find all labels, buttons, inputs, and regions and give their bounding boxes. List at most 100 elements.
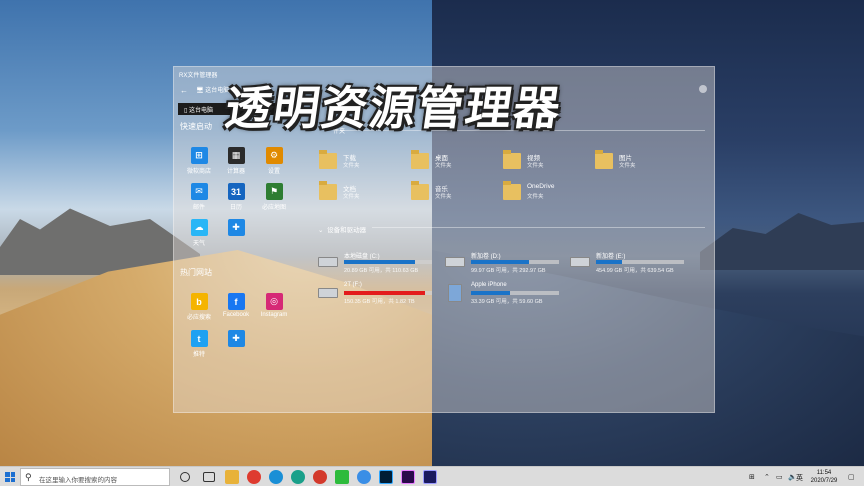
instagram-icon: ◎ [265, 293, 283, 310]
twitter-icon: t [190, 330, 208, 347]
drive-usage-bar [471, 291, 559, 295]
quick-app-label: 日历 [229, 205, 242, 211]
quick-app-store[interactable]: ⊞ 微软商店 [181, 147, 217, 175]
drive-name: 新加卷 (D:) [471, 254, 501, 260]
overlay-title: 透明资源管理器 [221, 81, 566, 135]
input-method-label[interactable]: 英 [796, 473, 803, 483]
hot-sites-heading: 热门网站 [180, 268, 212, 277]
site-bing[interactable]: b 必应搜索 [181, 293, 217, 321]
drive-usage-bar [344, 291, 432, 295]
hard-drive-icon [570, 257, 590, 267]
quick-app-add[interactable]: ✚ [218, 219, 254, 238]
quick-app-gear[interactable]: ⚙ 设置 [256, 147, 292, 175]
taskbar: ⚲ 在这里输入你要搜索的内容 ⊞ ⌃ ▭ 🔈 英 11:54 2020/7/29… [0, 466, 864, 486]
folder-type: 文件夹 [343, 194, 360, 200]
folder-item[interactable]: OneDrive 文件夹 [503, 181, 593, 206]
edge-icon[interactable] [269, 470, 283, 484]
quick-app-label: 邮件 [192, 205, 205, 211]
weather-icon: ☁ [190, 219, 208, 236]
quick-app-label: 设置 [267, 169, 280, 175]
photoshop-icon[interactable] [379, 470, 393, 484]
address-text: 这台电脑 [205, 88, 230, 94]
close-icon[interactable] [699, 85, 707, 93]
site-label: 必应搜索 [186, 315, 211, 321]
quick-app-label: 微软商店 [186, 169, 211, 175]
site-twitter[interactable]: t 推特 [181, 330, 217, 358]
quick-app-weather[interactable]: ☁ 天气 [181, 219, 217, 247]
windows-start-icon[interactable] [5, 472, 15, 482]
window-title: RX文件管理器 [179, 73, 218, 79]
drive-item[interactable]: Apple iPhone 33.39 GB 可用，共 59.60 GB [445, 282, 563, 308]
bing-icon: b [190, 293, 208, 310]
drive-name: 2T (F:) [344, 282, 362, 288]
browser-icon[interactable] [313, 470, 327, 484]
notification-icon[interactable]: ▢ [848, 473, 855, 481]
drive-info: 33.39 GB 可用，共 59.60 GB [471, 299, 543, 305]
drive-info: 99.97 GB 可用，共 292.97 GB [471, 268, 546, 274]
divider [372, 227, 705, 228]
store-icon: ⊞ [190, 147, 208, 164]
folder-icon [595, 150, 613, 169]
drive-item[interactable]: 新加卷 (D:) 99.97 GB 可用，共 292.97 GB [445, 251, 563, 277]
site-instagram[interactable]: ◎ Instagram [256, 293, 292, 318]
drive-usage-bar [596, 260, 684, 264]
back-arrow-icon[interactable]: ← [180, 86, 188, 95]
drive-item[interactable]: 2T (F:) 150.35 GB 可用，共 1.82 TB [318, 282, 436, 308]
cloud-icon[interactable] [357, 470, 371, 484]
wechat-icon[interactable] [335, 470, 349, 484]
drive-usage-fill [596, 260, 622, 264]
quick-app-label: 天气 [192, 241, 205, 247]
site-add[interactable]: ✚ [218, 330, 254, 349]
drive-info: 454.99 GB 可用，共 639.54 GB [596, 268, 674, 274]
mail-icon: ✉ [190, 183, 208, 200]
drive-name: Apple iPhone [471, 282, 507, 288]
folder-item[interactable]: 文档 文件夹 [319, 181, 409, 206]
taskbar-search-box[interactable]: ⚲ 在这里输入你要搜索的内容 [20, 468, 170, 486]
folder-item[interactable]: 桌面 文件夹 [411, 150, 501, 175]
quick-app-label: 计算器 [226, 169, 245, 175]
network-icon[interactable]: ▭ [776, 473, 783, 481]
cortana-icon[interactable] [180, 472, 190, 482]
drive-usage-fill [344, 291, 425, 295]
after-effects-icon[interactable] [423, 470, 437, 484]
devices-group-header[interactable]: ⌄ 设备和驱动器 [318, 224, 366, 234]
drive-usage-fill [471, 291, 510, 295]
site-label: 推特 [192, 352, 205, 358]
drive-item[interactable]: 新加卷 (E:) 454.99 GB 可用，共 639.54 GB [570, 251, 688, 277]
folder-icon [503, 181, 521, 200]
hard-drive-icon [445, 257, 465, 267]
drive-usage-bar [471, 260, 559, 264]
folder-type: 文件夹 [527, 163, 544, 169]
file-explorer-icon[interactable] [225, 470, 239, 484]
edge-dev-icon[interactable] [291, 470, 305, 484]
task-view-icon[interactable] [203, 472, 215, 482]
ime-icon[interactable]: ⊞ [749, 473, 755, 481]
site-facebook[interactable]: f Facebook [218, 293, 254, 318]
folder-item[interactable]: 音乐 文件夹 [411, 181, 501, 206]
folder-icon [411, 150, 429, 169]
calculator-icon: ▦ [227, 147, 245, 164]
quick-app-map[interactable]: ⚑ 必应地图 [256, 183, 292, 211]
folder-item[interactable]: 视频 文件夹 [503, 150, 593, 175]
folder-item[interactable]: 下载 文件夹 [319, 150, 409, 175]
address-bar[interactable]: 🖥 这台电脑 [196, 85, 229, 94]
drive-usage-fill [344, 260, 416, 264]
chevron-up-icon[interactable]: ⌃ [764, 473, 770, 481]
calendar-icon: 31 [227, 183, 245, 200]
chrome-icon[interactable] [247, 470, 261, 484]
drive-name: 本地磁盘 (C:) [344, 254, 380, 260]
folder-item[interactable]: 图片 文件夹 [595, 150, 685, 175]
quick-app-calculator[interactable]: ▦ 计算器 [218, 147, 254, 175]
quick-app-mail[interactable]: ✉ 邮件 [181, 183, 217, 211]
drive-item[interactable]: 本地磁盘 (C:) 20.89 GB 可用，共 110.63 GB [318, 251, 436, 277]
clock[interactable]: 11:54 2020/7/29 [806, 469, 842, 485]
folder-type: 文件夹 [619, 163, 636, 169]
premiere-icon[interactable] [401, 470, 415, 484]
folder-icon [319, 181, 337, 200]
facebook-icon: f [227, 293, 245, 310]
search-placeholder: 在这里输入你要搜索的内容 [39, 477, 117, 484]
clock-time: 11:54 [816, 470, 832, 476]
site-label: Instagram [260, 312, 288, 318]
folder-type: 文件夹 [343, 163, 360, 169]
quick-app-calendar[interactable]: 31 日历 [218, 183, 254, 211]
